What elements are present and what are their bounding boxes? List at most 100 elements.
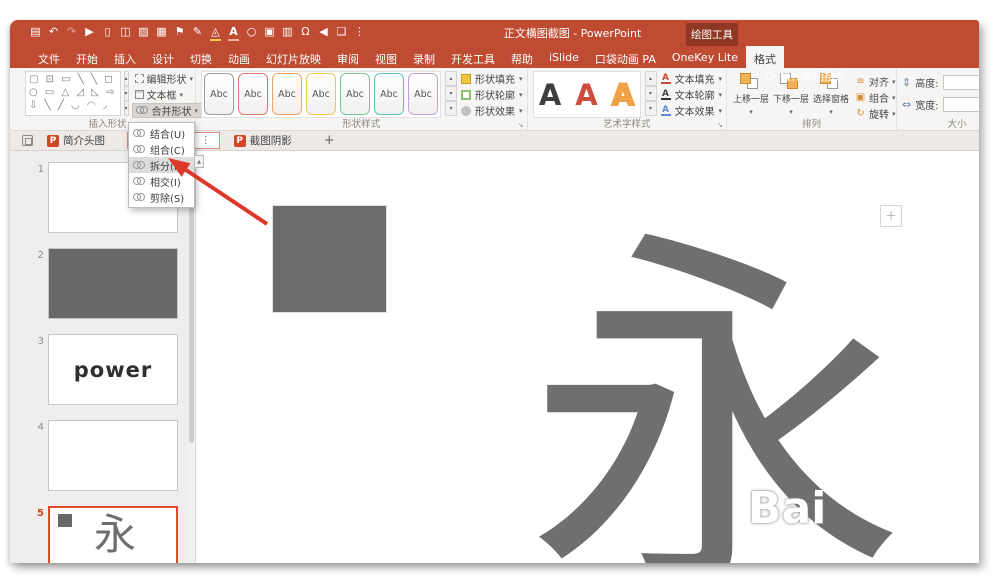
share-person-icon[interactable]: Ω <box>300 25 311 41</box>
slide-canvas[interactable]: + 永 Bai <box>196 151 979 563</box>
shapes-gallery-row[interactable]: ⇩ ╲ ╱ ◡ ◠ ◞ <box>29 99 117 112</box>
audio-icon[interactable]: ◀ <box>318 25 329 41</box>
open-folder-icon[interactable]: ▨ <box>138 25 149 41</box>
tell-me-search[interactable]: 操作说明搜索 <box>764 68 846 84</box>
chevron-down-icon <box>519 73 523 84</box>
undo-icon[interactable]: ↶ <box>48 25 59 41</box>
menu-tab[interactable]: 帮助 <box>503 46 541 68</box>
shape-style-chip[interactable]: Abc <box>408 73 438 115</box>
text-box-button[interactable]: 文本框 <box>132 87 203 102</box>
menu-tab[interactable]: 视图 <box>367 46 405 68</box>
gallery-scroll-arrow[interactable]: ▾ <box>123 86 129 101</box>
shapes-gallery-row[interactable]: ▢ ⊡ ▭ ╲ ╲ ◻ <box>29 73 117 86</box>
slide-thumbnail-5[interactable]: 永 <box>48 506 178 563</box>
edit-shape-button[interactable]: 编辑形状 <box>132 71 203 86</box>
size-input[interactable] <box>942 74 979 90</box>
shape-tool-button[interactable]: 形状填充 <box>461 71 523 86</box>
menu-tab[interactable]: 幻灯片放映 <box>258 46 329 68</box>
gallery-scroll-arrow[interactable]: ▾ <box>644 101 657 116</box>
gray-square-shape[interactable] <box>272 205 387 313</box>
qat-more-icon[interactable]: ⋮ <box>354 25 365 41</box>
gallery-scroll-arrow[interactable]: ▾ <box>445 101 457 116</box>
shape-style-chip[interactable]: Abc <box>238 73 268 115</box>
picture-icon[interactable]: ▣ <box>264 25 275 41</box>
chart-icon[interactable]: ▥ <box>282 25 293 41</box>
new-file-icon[interactable]: ▯ <box>102 25 113 41</box>
sidebar-scrollbar[interactable] <box>188 151 195 563</box>
fill-bucket-icon[interactable]: ◬ <box>210 25 221 41</box>
arrange-small-button[interactable]: ≡ 对齐 <box>855 74 896 89</box>
shape-effects-icon <box>461 105 471 116</box>
gallery-scroll-arrow[interactable]: ▾ <box>644 86 657 101</box>
menu-tab[interactable]: 设计 <box>144 46 182 68</box>
shape-style-chip[interactable]: Abc <box>374 73 404 115</box>
menu-tab[interactable]: OneKey Lite <box>664 46 746 68</box>
shape-tool-button[interactable]: 形状轮廓 <box>461 87 523 102</box>
copy-slide-icon[interactable]: ❏ <box>336 25 347 41</box>
wordart-sample[interactable]: A <box>539 80 561 110</box>
merge-option-icon <box>133 192 146 202</box>
pin-icon <box>764 70 776 82</box>
gallery-scroll-arrow[interactable]: ▾ <box>123 101 129 116</box>
doc-tab[interactable]: P 简介头图 <box>39 132 121 149</box>
menu-tab[interactable]: 审阅 <box>329 46 367 68</box>
slide-thumbnail-4[interactable] <box>48 420 178 491</box>
oval-shape-icon[interactable]: ○ <box>246 25 257 41</box>
shapes-gallery[interactable]: ▢ ⊡ ▭ ╲ ╲ ◻ ○ ▭ △ ◿ ◺ ⇨ ⇩ ╲ ╱ ◡ ◠ ◞ <box>25 71 121 116</box>
menu-tab[interactable]: 切换 <box>182 46 220 68</box>
arrange-big-button[interactable]: 上移一层 <box>732 71 770 121</box>
gallery-scroll-arrow[interactable]: ▴ <box>445 71 457 86</box>
menu-tab[interactable]: 文件 <box>30 46 68 68</box>
menu-tab[interactable]: 格式 <box>745 46 784 68</box>
text-tool-button[interactable]: A 文本轮廓 <box>660 87 723 102</box>
gallery-scroll-arrow[interactable]: ▾ <box>445 86 457 101</box>
add-tab-button[interactable]: + <box>324 133 335 148</box>
gallery-scroll-arrow[interactable]: ▴ <box>644 71 657 86</box>
menu-tab[interactable]: 口袋动画 PA <box>587 46 664 68</box>
menu-tab[interactable]: 开发工具 <box>443 46 503 68</box>
print-preview-icon[interactable]: ◫ <box>120 25 131 41</box>
flag-icon[interactable]: ⚑ <box>174 25 185 41</box>
redo-icon[interactable]: ↷ <box>66 25 77 41</box>
merge-menu-item[interactable]: 结合(U) <box>129 125 194 141</box>
shape-style-chip[interactable]: Abc <box>340 73 370 115</box>
arrange-small-button[interactable]: ▣ 组合 <box>855 90 896 105</box>
font-color-icon[interactable]: A <box>228 25 239 41</box>
wordart-sample[interactable]: A <box>575 80 597 110</box>
merge-menu-item[interactable]: 拆分(F) <box>129 157 194 173</box>
scroll-up-button[interactable]: ▲ <box>194 155 204 168</box>
slide-thumbnail-3[interactable]: power <box>48 334 178 405</box>
chevron-down-icon <box>892 92 896 103</box>
shapes-gallery-row[interactable]: ○ ▭ △ ◿ ◺ ⇨ <box>29 86 117 99</box>
size-field[interactable]: ⇕ 高度: <box>902 71 979 93</box>
slide-thumbnail-2[interactable] <box>48 248 178 319</box>
size-input[interactable] <box>942 96 979 112</box>
tell-me-label: 操作说明搜索 <box>780 70 846 83</box>
doc-tab[interactable]: P 截图阴影 <box>226 132 308 149</box>
shape-style-chip[interactable]: Abc <box>272 73 302 115</box>
table-icon[interactable]: ▦ <box>156 25 167 41</box>
tab-manager-icon[interactable] <box>22 135 33 146</box>
menu-tab[interactable]: iSlide <box>541 46 587 68</box>
dialog-launcher-icon[interactable] <box>518 121 524 129</box>
size-field[interactable]: ⇔ 宽度: <box>902 93 979 115</box>
shape-style-chip[interactable]: Abc <box>204 73 234 115</box>
merge-menu-item[interactable]: 相交(I) <box>129 173 194 189</box>
menu-tab[interactable]: 录制 <box>405 46 443 68</box>
dialog-launcher-icon[interactable] <box>717 121 723 129</box>
screenshot-root: ▤ ↶ ↷ ▶ ▯ ◫ ▨ ▦ ⚑ ✎ ◬ A ○ ▣ ▥ Ω ◀ ❏ ⋮ 正文横图截图 - PowerPoint … <box>0 0 1000 581</box>
merge-menu-item[interactable]: 剪除(S) <box>129 189 194 205</box>
save-icon[interactable]: ▤ <box>30 25 41 41</box>
tab-more-icon[interactable]: ⋮ <box>201 135 211 146</box>
wordart-sample[interactable]: A <box>611 79 635 111</box>
gallery-scroll-arrow[interactable]: ▴ <box>123 71 129 86</box>
text-tool-button[interactable]: A 文本填充 <box>660 71 723 86</box>
start-slideshow-icon[interactable]: ▶ <box>84 25 95 41</box>
menu-tab[interactable]: 插入 <box>106 46 144 68</box>
menu-tab[interactable]: 动画 <box>220 46 258 68</box>
yong-character-shape[interactable]: 永 <box>526 231 906 564</box>
menu-tab[interactable]: 开始 <box>68 46 106 68</box>
merge-menu-item[interactable]: 组合(C) <box>129 141 194 157</box>
shape-style-chip[interactable]: Abc <box>306 73 336 115</box>
pen-icon[interactable]: ✎ <box>192 25 203 41</box>
